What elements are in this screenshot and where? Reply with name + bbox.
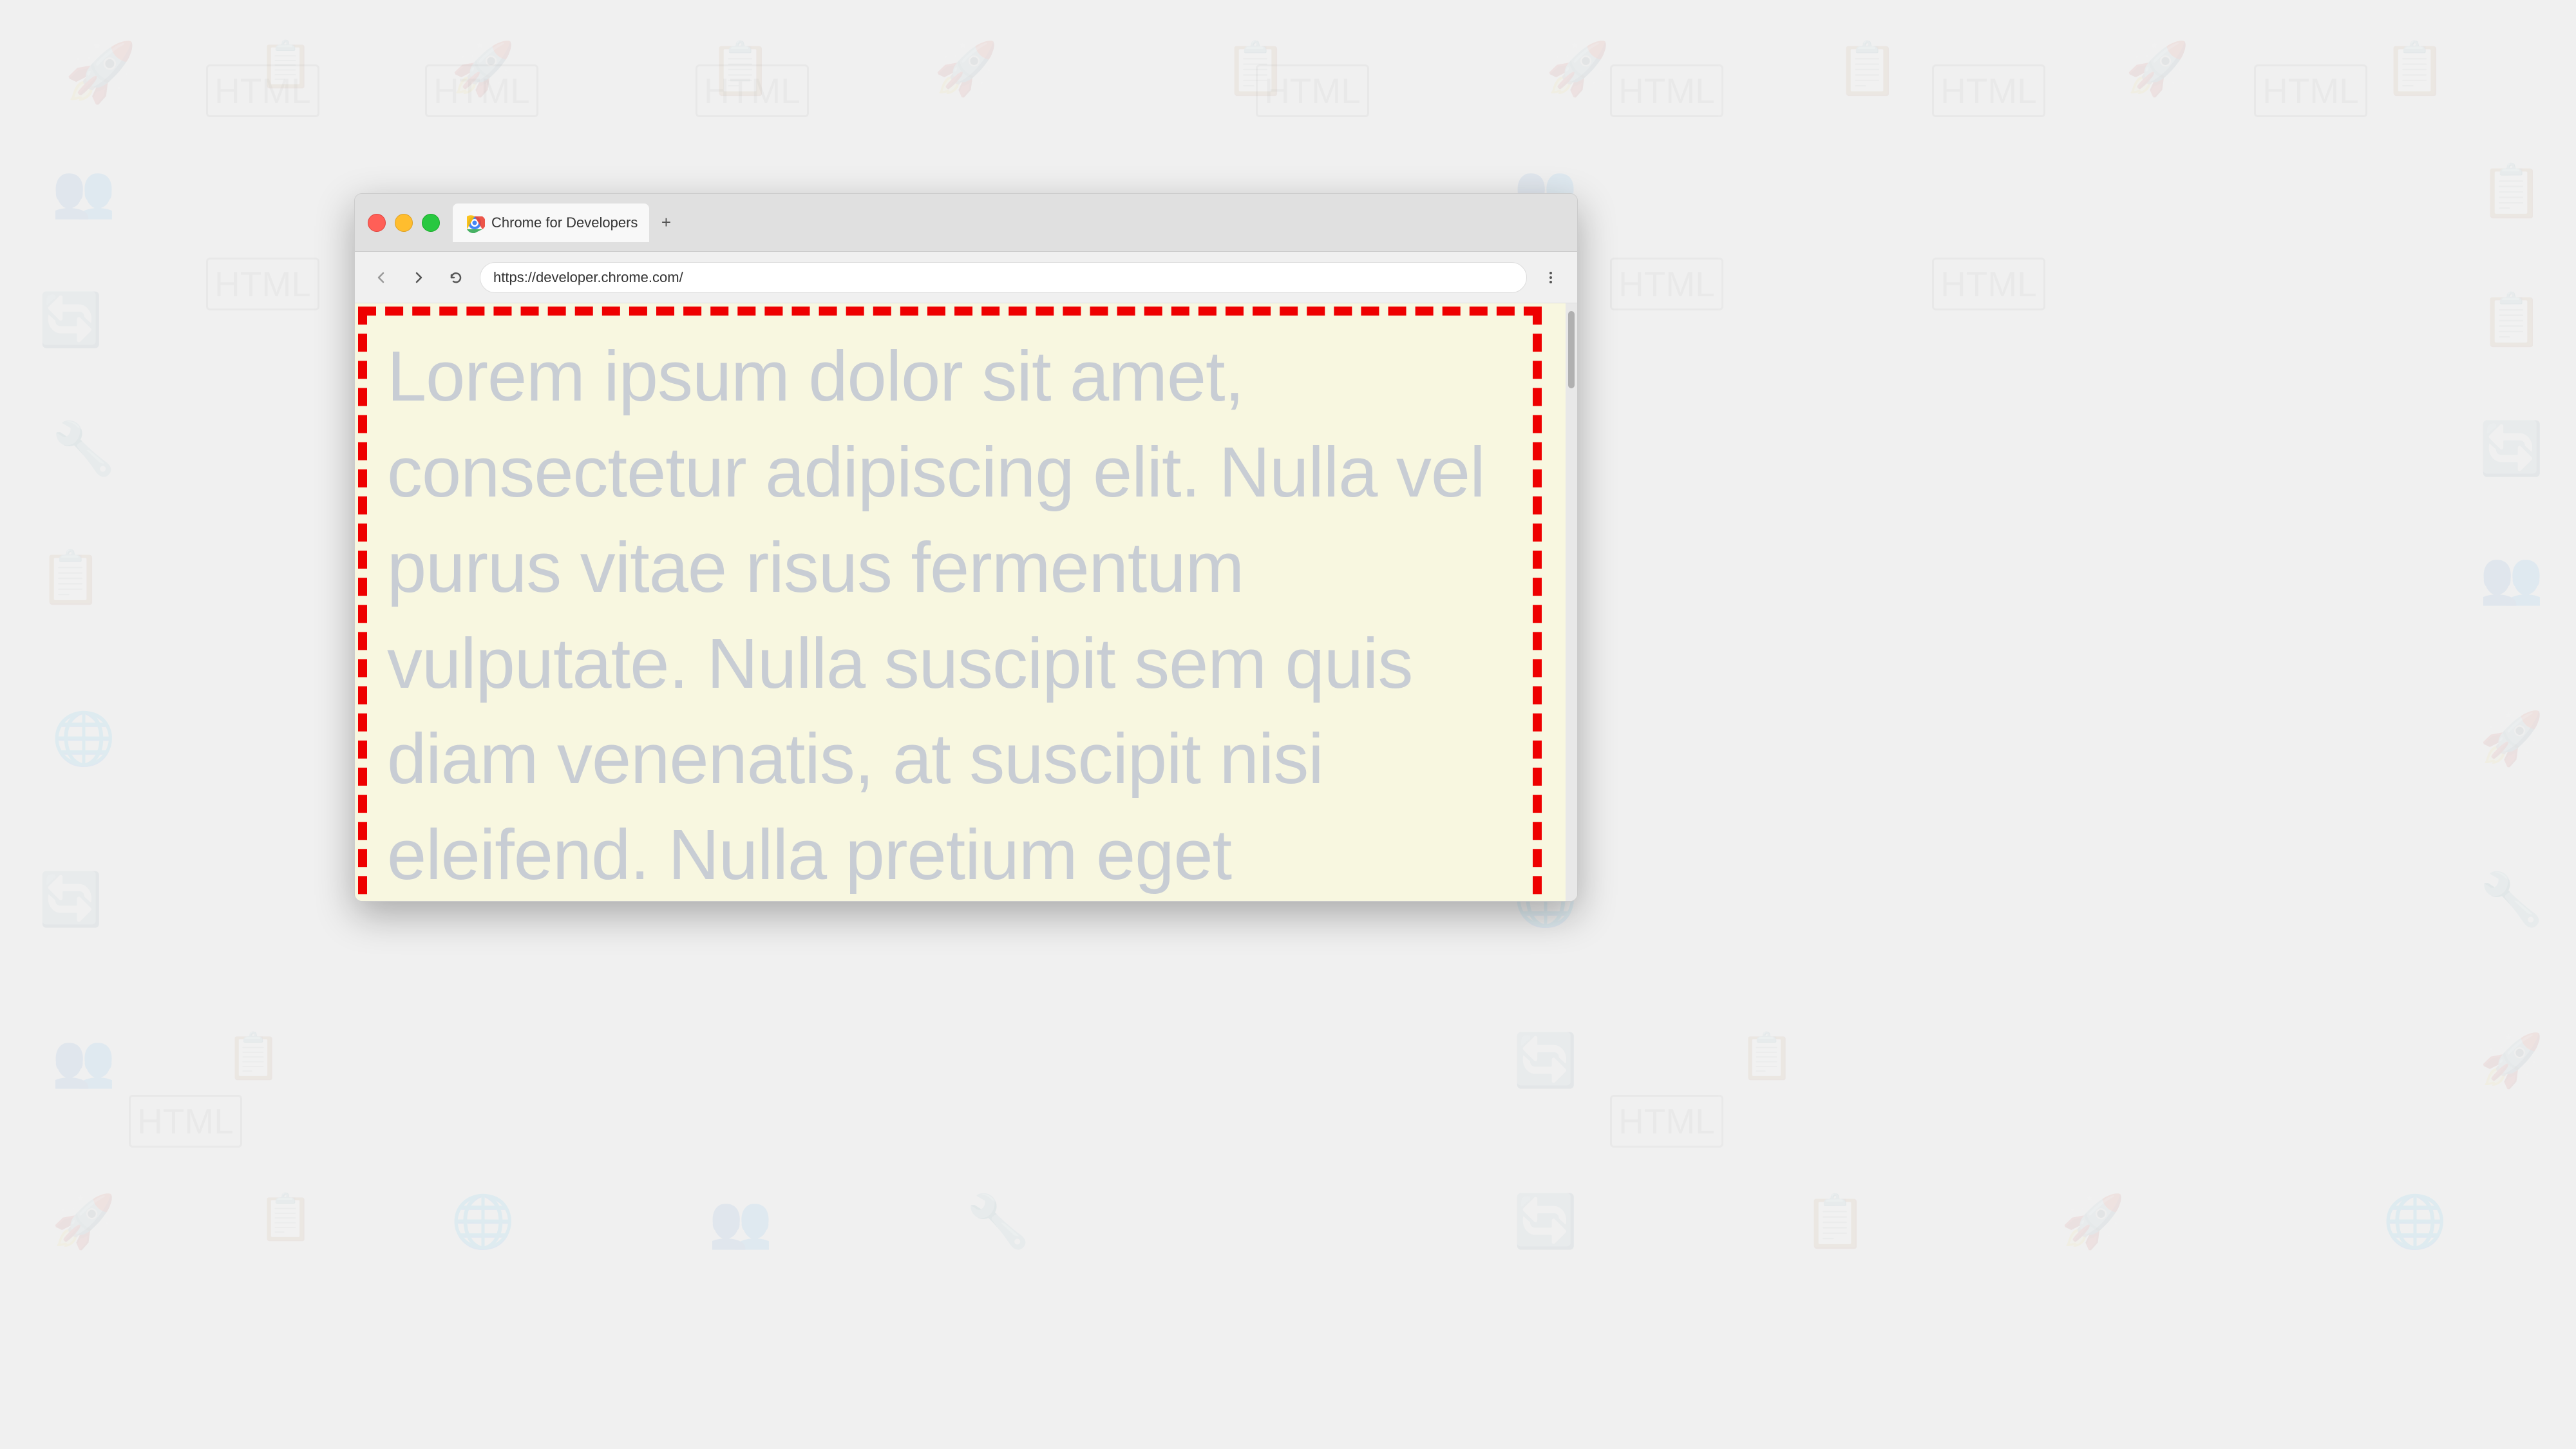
back-arrow-icon: [374, 270, 388, 285]
deco-icon: 🚀: [934, 39, 998, 99]
scrollbar-thumb[interactable]: [1568, 311, 1575, 388]
deco-icon: 🔄: [39, 869, 103, 930]
close-button[interactable]: [368, 214, 386, 232]
deco-icon: 📋: [1739, 1030, 1795, 1083]
deco-html-badge: HTML: [1610, 258, 1723, 310]
deco-icon: 🔄: [1513, 1030, 1578, 1091]
deco-html-badge: HTML: [129, 1095, 242, 1148]
deco-icon: 📋: [258, 39, 314, 91]
address-bar[interactable]: https://developer.chrome.com/: [480, 262, 1527, 293]
deco-icon: 👥: [708, 1191, 773, 1252]
deco-icon: 📋: [1224, 39, 1288, 99]
deco-icon: 📋: [258, 1191, 314, 1244]
deco-icon: 🚀: [2479, 1030, 2544, 1091]
deco-html-badge: HTML: [206, 64, 319, 117]
maximize-button[interactable]: [422, 214, 440, 232]
browser-window: Chrome for Developers + https://develope…: [354, 193, 1578, 902]
navigation-bar: https://developer.chrome.com/: [355, 252, 1577, 303]
add-tab-button[interactable]: +: [654, 211, 677, 234]
deco-html-badge: HTML: [1932, 64, 2045, 117]
active-tab[interactable]: Chrome for Developers: [453, 204, 649, 242]
deco-html-badge: HTML: [696, 64, 809, 117]
deco-icon: 📋: [708, 39, 773, 99]
deco-icon: 📋: [2383, 39, 2447, 99]
minimize-button[interactable]: [395, 214, 413, 232]
deco-icon: 📋: [1835, 39, 1900, 99]
tab-title: Chrome for Developers: [491, 214, 638, 231]
chrome-favicon: [464, 213, 485, 233]
forward-button[interactable]: [405, 264, 432, 291]
deco-icon: 📋: [39, 547, 103, 608]
deco-icon: 🔧: [2479, 869, 2544, 930]
deco-icon: 🌐: [2383, 1191, 2447, 1252]
reload-icon: [449, 270, 463, 285]
deco-icon: 🌐: [52, 708, 116, 769]
deco-icon: 📋: [225, 1030, 281, 1083]
deco-icon: 👥: [52, 1030, 116, 1091]
deco-html-badge: HTML: [1256, 64, 1369, 117]
deco-html-badge: HTML: [1932, 258, 2045, 310]
deco-icon: 🚀: [64, 39, 137, 106]
deco-icon: 📋: [2479, 290, 2544, 350]
deco-icon: 👥: [2479, 547, 2544, 608]
deco-icon: 🌐: [451, 1191, 515, 1252]
deco-icon: 🚀: [2061, 1191, 2125, 1252]
deco-html-badge: HTML: [1610, 1095, 1723, 1148]
deco-icon: 🔄: [1513, 1191, 1578, 1252]
deco-html-badge: HTML: [1610, 64, 1723, 117]
deco-html-badge: HTML: [2254, 64, 2367, 117]
browser-menu-button[interactable]: [1537, 264, 1564, 291]
forward-arrow-icon: [412, 270, 426, 285]
deco-icon: 📋: [1803, 1191, 1868, 1252]
page-content: Lorem ipsum dolor sit amet, consectetur …: [355, 303, 1577, 901]
back-button[interactable]: [368, 264, 395, 291]
deco-icon: 🚀: [1546, 39, 1610, 99]
lorem-ipsum-text: Lorem ipsum dolor sit amet, consectetur …: [387, 329, 1526, 901]
url-text: https://developer.chrome.com/: [493, 269, 683, 286]
deco-icon: 📋: [2479, 161, 2544, 222]
deco-icon: 👥: [52, 161, 116, 222]
deco-icon: 🔄: [2479, 419, 2544, 479]
traffic-lights: [368, 214, 440, 232]
kebab-menu-icon: [1544, 270, 1558, 285]
deco-icon: 🚀: [451, 39, 515, 99]
deco-icon: 🔄: [39, 290, 103, 350]
deco-icon: 🔧: [966, 1191, 1030, 1252]
deco-html-badge: HTML: [206, 258, 319, 310]
title-bar: Chrome for Developers +: [355, 194, 1577, 252]
scrollbar[interactable]: [1566, 303, 1577, 901]
deco-html-badge: HTML: [425, 64, 538, 117]
reload-button[interactable]: [442, 264, 469, 291]
tab-bar: Chrome for Developers +: [453, 204, 1564, 242]
deco-icon: 🔧: [52, 419, 116, 479]
deco-icon: 🚀: [2479, 708, 2544, 769]
deco-icon: 🚀: [52, 1191, 116, 1252]
deco-icon: 🚀: [2125, 39, 2190, 99]
